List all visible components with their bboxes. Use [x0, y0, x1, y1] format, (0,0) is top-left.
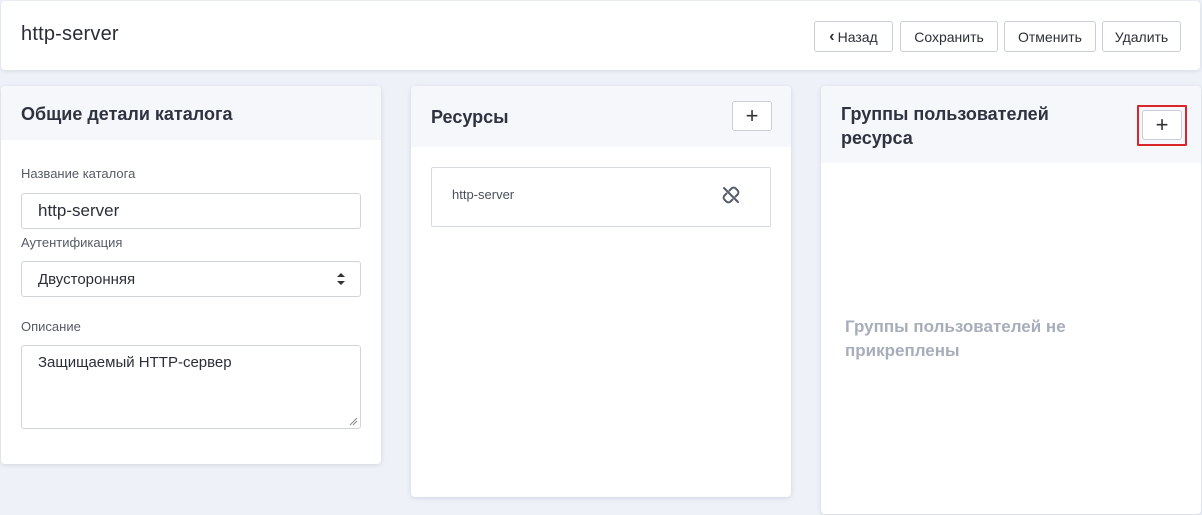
auth-label: Аутентификация [21, 235, 123, 250]
add-user-group-button[interactable]: + [1142, 110, 1182, 140]
resources-card: Ресурсы + http-server [411, 86, 791, 497]
plus-icon: + [1155, 112, 1169, 137]
description-label: Описание [21, 319, 81, 334]
plus-icon: + [745, 103, 759, 128]
description-value: Защищаемый HTTP-сервер [38, 354, 232, 371]
cancel-button[interactable]: Отменить [1004, 21, 1096, 52]
catalog-details-card: Общие детали каталога Название каталога … [1, 86, 381, 464]
card-header: Общие детали каталога [1, 86, 381, 140]
back-button[interactable]: ‹ Назад [814, 21, 893, 52]
catalog-name-label: Название каталога [21, 166, 136, 181]
catalog-name-value: http-server [38, 201, 120, 220]
auth-select[interactable]: Двусторонняя [21, 261, 361, 297]
card-header: Группы пользователей ресурса + [821, 86, 1201, 163]
card-header: Ресурсы + [411, 86, 791, 147]
resize-grip-icon[interactable] [348, 416, 358, 426]
back-button-label: Назад [837, 28, 878, 45]
auth-select-value: Двусторонняя [38, 270, 136, 288]
page-title: http-server [21, 23, 119, 45]
save-button[interactable]: Сохранить [900, 21, 998, 52]
empty-state-message: Группы пользователей не прикреплены [845, 317, 1066, 360]
sort-arrows-icon [337, 273, 345, 285]
description-textarea[interactable]: Защищаемый HTTP-сервер [21, 345, 361, 429]
card-title: Общие детали каталога [21, 104, 233, 124]
top-bar: http-server ‹ Назад Сохранить Отменить У… [1, 1, 1200, 70]
user-groups-card: Группы пользователей ресурса + Группы по… [821, 86, 1201, 514]
resource-name: http-server [452, 187, 515, 202]
delete-button[interactable]: Удалить [1102, 21, 1181, 52]
add-resource-button[interactable]: + [732, 101, 772, 131]
card-title: Ресурсы [431, 107, 509, 127]
card-title: Группы пользователей ресурса [841, 104, 1049, 148]
unlink-icon[interactable] [722, 186, 740, 204]
resource-list-item[interactable]: http-server [431, 167, 771, 227]
chevron-left-icon: ‹ [829, 27, 835, 45]
catalog-name-input[interactable]: http-server [21, 193, 361, 229]
